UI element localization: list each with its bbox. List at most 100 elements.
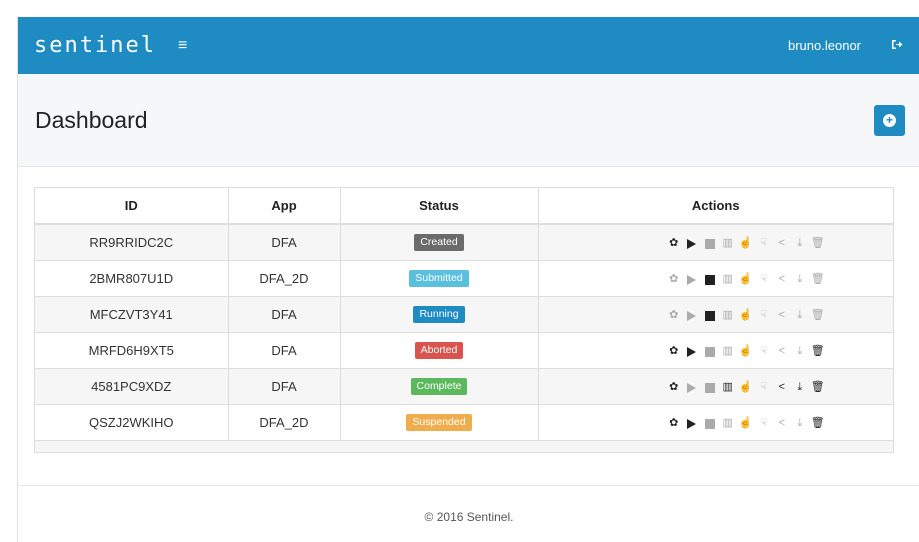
gear-icon[interactable]: ✿ [668,237,679,250]
action-icons: ✿ ▥ ☝ ☟ < ⤓ 🗑 [608,273,825,286]
status-cell: Submitted [340,259,539,296]
page-title: Dashboard [35,106,148,133]
action-icons: ✿ ▥ ☝ ☟ < ⤓ 🗑 [608,309,825,322]
download-icon[interactable]: ⤓ [794,237,805,250]
page-footer: © 2016 Sentinel. [18,485,919,524]
trash-icon[interactable]: 🗑 [811,381,825,394]
navbar: sentinel ≡ bruno.leonor [18,17,919,74]
page-header: Dashboard + [18,74,919,167]
stop-icon[interactable] [704,273,715,286]
table-row[interactable]: QSZJ2WKIHO DFA_2D Suspended ✿ ▥ ☝ ☟ < ⤓ 🗑 [35,403,893,440]
play-icon[interactable] [686,381,697,394]
job-id-cell: MRFD6H9XT5 [35,331,229,368]
download-icon[interactable]: ⤓ [794,381,805,394]
download-icon[interactable]: ⤓ [794,309,805,322]
action-icons: ✿ ▥ ☝ ☟ < ⤓ 🗑 [608,345,825,358]
app-cell: DFA [228,223,341,260]
share-icon[interactable]: < [776,417,787,430]
sign-out-icon[interactable] [891,39,903,53]
play-icon[interactable] [686,237,697,250]
job-id-cell: QSZJ2WKIHO [35,403,229,440]
action-icons: ✿ ▥ ☝ ☟ < ⤓ 🗑 [608,417,825,430]
stop-icon[interactable] [704,345,715,358]
status-badge: Created [414,234,464,252]
thumbs-up-icon[interactable]: ☝ [739,273,753,286]
job-id-cell: MFCZVT3Y41 [35,295,229,332]
play-icon[interactable] [686,309,697,322]
table-row[interactable]: 4581PC9XDZ DFA Complete ✿ ▥ ☝ ☟ < ⤓ 🗑 [35,367,893,404]
app-cell: DFA_2D [228,403,341,440]
gear-icon[interactable]: ✿ [668,273,679,286]
trash-icon[interactable]: 🗑 [811,273,825,286]
download-icon[interactable]: ⤓ [794,417,805,430]
action-icons: ✿ ▥ ☝ ☟ < ⤓ 🗑 [608,237,825,250]
table-row[interactable]: RR9RRIDC2C DFA Created ✿ ▥ ☝ ☟ < ⤓ 🗑 [35,223,893,260]
column-header-id[interactable]: ID [35,188,229,225]
thumbs-down-icon[interactable]: ☟ [758,273,769,286]
actions-cell: ✿ ▥ ☝ ☟ < ⤓ 🗑 [538,259,893,296]
add-job-button[interactable]: + [874,104,905,136]
gear-icon[interactable]: ✿ [668,309,679,322]
status-cell: Suspended [340,403,539,440]
share-icon[interactable]: < [776,273,787,286]
gear-icon[interactable]: ✿ [668,381,679,394]
play-icon[interactable] [686,345,697,358]
share-icon[interactable]: < [776,237,787,250]
stop-icon[interactable] [704,309,715,322]
actions-cell: ✿ ▥ ☝ ☟ < ⤓ 🗑 [538,403,893,440]
thumbs-up-icon[interactable]: ☝ [739,345,753,358]
job-id-cell: 4581PC9XDZ [35,367,229,404]
trash-icon[interactable]: 🗑 [811,237,825,250]
thumbs-up-icon[interactable]: ☝ [739,381,753,394]
table-row[interactable]: MRFD6H9XT5 DFA Aborted ✿ ▥ ☝ ☟ < ⤓ 🗑 [35,331,893,368]
table-row[interactable]: 2BMR807U1D DFA_2D Submitted ✿ ▥ ☝ ☟ < ⤓ 🗑 [35,259,893,296]
jobs-table: ID App Status Actions RR9RRIDC2C DFA Creat… [34,187,894,453]
status-badge: Suspended [406,414,472,432]
bar-chart-icon[interactable]: ▥ [722,381,733,394]
bar-chart-icon[interactable]: ▥ [722,417,733,430]
stop-icon[interactable] [704,417,715,430]
status-cell: Created [340,223,539,260]
status-cell: Complete [340,367,539,404]
menu-toggle-icon[interactable]: ≡ [178,37,187,55]
column-header-status[interactable]: Status [340,188,539,225]
bar-chart-icon[interactable]: ▥ [722,345,733,358]
share-icon[interactable]: < [776,381,787,394]
stop-icon[interactable] [704,381,715,394]
share-icon[interactable]: < [776,345,787,358]
actions-cell: ✿ ▥ ☝ ☟ < ⤓ 🗑 [538,331,893,368]
thumbs-down-icon[interactable]: ☟ [758,237,769,250]
bar-chart-icon[interactable]: ▥ [722,237,733,250]
play-icon[interactable] [686,273,697,286]
column-header-app[interactable]: App [228,188,341,225]
play-icon[interactable] [686,417,697,430]
thumbs-down-icon[interactable]: ☟ [758,345,769,358]
thumbs-down-icon[interactable]: ☟ [758,417,769,430]
download-icon[interactable]: ⤓ [794,273,805,286]
thumbs-down-icon[interactable]: ☟ [758,381,769,394]
bar-chart-icon[interactable]: ▥ [722,273,733,286]
bar-chart-icon[interactable]: ▥ [722,309,733,322]
download-icon[interactable]: ⤓ [794,345,805,358]
thumbs-down-icon[interactable]: ☟ [758,309,769,322]
gear-icon[interactable]: ✿ [668,345,679,358]
column-header-actions: Actions [538,188,893,225]
username-link[interactable]: bruno.leonor [788,38,861,53]
app-frame: sentinel ≡ bruno.leonor Dashboard + ID A… [17,17,919,542]
thumbs-up-icon[interactable]: ☝ [739,417,753,430]
thumbs-up-icon[interactable]: ☝ [739,309,753,322]
share-icon[interactable]: < [776,309,787,322]
status-badge: Submitted [409,270,469,287]
actions-cell: ✿ ▥ ☝ ☟ < ⤓ 🗑 [538,295,893,332]
gear-icon[interactable]: ✿ [668,417,679,430]
trash-icon[interactable]: 🗑 [811,309,825,322]
app-cell: DFA [228,295,341,332]
table-row[interactable]: MFCZVT3Y41 DFA Running ✿ ▥ ☝ ☟ < ⤓ 🗑 [35,295,893,332]
stop-icon[interactable] [704,237,715,250]
brand-logo[interactable]: sentinel [34,33,156,58]
status-badge: Running [413,306,465,323]
actions-cell: ✿ ▥ ☝ ☟ < ⤓ 🗑 [538,223,893,260]
trash-icon[interactable]: 🗑 [811,345,825,358]
trash-icon[interactable]: 🗑 [811,417,825,430]
thumbs-up-icon[interactable]: ☝ [739,237,753,250]
